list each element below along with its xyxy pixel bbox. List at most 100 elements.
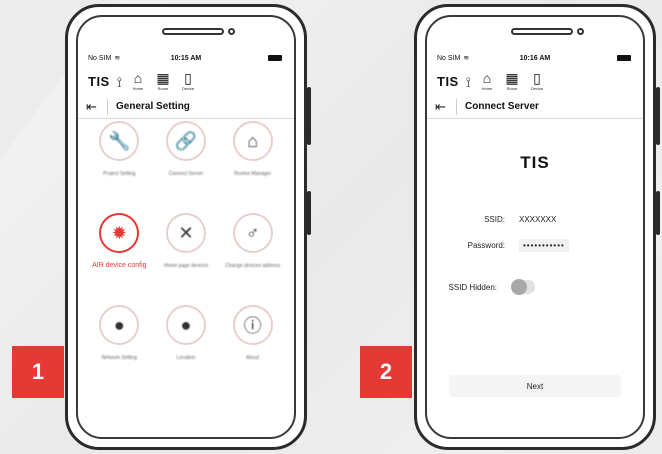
side-button	[307, 87, 311, 145]
device-icon: ▯	[184, 70, 192, 86]
password-label: Password:	[467, 241, 505, 250]
phone-right: No SIM ≋ 10:16 AM TIS ⟟ ⌂ Home ▦ Room ▯	[414, 4, 660, 450]
tile-circle: ●	[165, 305, 206, 345]
nav-label: Device	[181, 86, 195, 91]
tile-home-page-devices[interactable]: ✕ Home page devices	[153, 213, 220, 277]
step-badge-2: 2	[360, 346, 412, 398]
status-bar: No SIM ≋ 10:16 AM	[427, 51, 643, 65]
nav-device[interactable]: ▯ Device	[179, 70, 197, 92]
ssid-hidden-label: SSID Hidden:	[448, 282, 497, 292]
tile-label: Home page devices	[163, 263, 209, 269]
next-button[interactable]: Next	[449, 375, 621, 397]
ssid-field[interactable]: XXXXXXX	[519, 215, 643, 224]
page-title: General Setting	[116, 101, 190, 112]
tile-connect-server[interactable]: 🔗 Connect Server	[153, 121, 220, 185]
tis-logo: TIS	[437, 74, 459, 89]
wrench-icon: 🔧	[108, 130, 131, 151]
status-bar: No SIM ≋ 10:15 AM	[78, 51, 294, 65]
connect-server-screen: No SIM ≋ 10:16 AM TIS ⟟ ⌂ Home ▦ Room ▯	[427, 51, 643, 437]
clock-text: 10:16 AM	[519, 54, 551, 62]
tile-circle: ✕	[165, 213, 206, 253]
tools-icon: ✕	[178, 222, 194, 243]
tile-label: AIR device config	[92, 262, 147, 269]
nav-room[interactable]: ▦ Room	[503, 70, 521, 92]
toggle-knob	[511, 279, 527, 295]
globe-icon: ●	[113, 314, 125, 335]
nav-device[interactable]: ▯ Device	[528, 70, 546, 92]
tile-circle: ✹	[99, 213, 140, 253]
tile-air-device-config[interactable]: ✹ AIR device config	[86, 213, 153, 277]
tis-brand-logo: TIS	[520, 153, 550, 172]
title-bar: ⇤ General Setting	[78, 95, 294, 119]
tile-about[interactable]: ⓘ About	[219, 305, 286, 369]
tile-label: Connect Server	[168, 171, 204, 177]
nav-label: Device	[530, 86, 544, 91]
side-button	[656, 87, 660, 145]
phone-screen: No SIM ≋ 10:15 AM TIS ⟟ ⌂ Home ▦ Room ▯	[76, 15, 296, 439]
tile-circle: ⌂	[232, 121, 273, 161]
link-icon: 🔗	[174, 130, 198, 151]
tile-label: Change devices address	[225, 263, 281, 269]
nav-label: Home	[132, 86, 144, 91]
info-icon: ⓘ	[243, 316, 262, 336]
nav-label: Home	[481, 86, 493, 91]
step-badge-1: 1	[12, 346, 64, 398]
tile-circle: ♂	[232, 213, 273, 253]
general-setting-screen: No SIM ≋ 10:15 AM TIS ⟟ ⌂ Home ▦ Room ▯	[78, 51, 294, 437]
ssid-label: SSID:	[484, 215, 505, 224]
nav-label: Room	[157, 86, 169, 91]
key-icon: ♂	[245, 222, 260, 243]
ssid-hidden-toggle[interactable]	[511, 279, 535, 295]
speaker	[162, 28, 224, 35]
nav-home[interactable]: ⌂ Home	[129, 70, 147, 92]
battery-icon	[617, 55, 631, 61]
tile-location[interactable]: ● Location	[153, 305, 220, 369]
app-topbar: TIS ⟟ ⌂ Home ▦ Room ▯ Device	[78, 65, 294, 92]
air-gear-icon: ✹	[111, 222, 127, 243]
home-icon: ⌂	[133, 70, 143, 86]
exit-icon[interactable]: ⇤	[435, 98, 457, 115]
tile-rooms-manager[interactable]: ⌂ Rooms Manager	[219, 121, 286, 185]
phone-screen: No SIM ≋ 10:16 AM TIS ⟟ ⌂ Home ▦ Room ▯	[425, 15, 645, 439]
tile-label: About	[246, 355, 260, 361]
ssid-row: SSID: XXXXXXX	[427, 215, 643, 224]
tile-label: Project Setting	[103, 171, 136, 177]
tile-label: Network Setting	[101, 355, 137, 361]
tis-logo: TIS	[88, 74, 110, 89]
camera	[228, 28, 235, 35]
speaker	[511, 28, 573, 35]
nav-home[interactable]: ⌂ Home	[478, 70, 496, 92]
rooms-icon: ⌂	[247, 130, 259, 151]
tile-label: Rooms Manager	[234, 171, 272, 177]
room-icon: ▦	[156, 70, 170, 86]
connection-icon: ⟟	[465, 74, 471, 90]
settings-grid: 🔧 Project Setting 🔗 Connect Server ⌂ Roo…	[86, 121, 286, 369]
side-button	[307, 191, 311, 235]
phone-left: No SIM ≋ 10:15 AM TIS ⟟ ⌂ Home ▦ Room ▯	[65, 4, 311, 450]
title-bar: ⇤ Connect Server	[427, 95, 643, 119]
clock-text: 10:15 AM	[170, 54, 202, 62]
tile-network-setting[interactable]: ● Network Setting	[86, 305, 153, 369]
password-row: Password: •••••••••••	[427, 239, 643, 252]
battery-icon	[268, 55, 282, 61]
camera	[577, 28, 584, 35]
app-topbar: TIS ⟟ ⌂ Home ▦ Room ▯ Device	[427, 65, 643, 92]
exit-icon[interactable]: ⇤	[86, 98, 108, 115]
device-icon: ▯	[533, 70, 541, 86]
nav-label: Room	[506, 86, 518, 91]
ssid-hidden-row: SSID Hidden:	[427, 279, 643, 295]
home-icon: ⌂	[482, 70, 492, 86]
page-title: Connect Server	[465, 101, 539, 112]
connection-icon: ⟟	[116, 74, 122, 90]
password-field[interactable]: •••••••••••	[519, 239, 569, 252]
tile-circle: ●	[99, 305, 140, 345]
tile-circle: ⓘ	[232, 305, 273, 345]
tile-change-devices-address[interactable]: ♂ Change devices address	[219, 213, 286, 277]
tile-circle: 🔧	[99, 121, 140, 161]
tile-circle: 🔗	[165, 121, 206, 161]
nav-room[interactable]: ▦ Room	[154, 70, 172, 92]
side-button	[656, 191, 660, 235]
tile-project-setting[interactable]: 🔧 Project Setting	[86, 121, 153, 185]
location-icon: ●	[180, 314, 192, 335]
room-icon: ▦	[505, 70, 519, 86]
